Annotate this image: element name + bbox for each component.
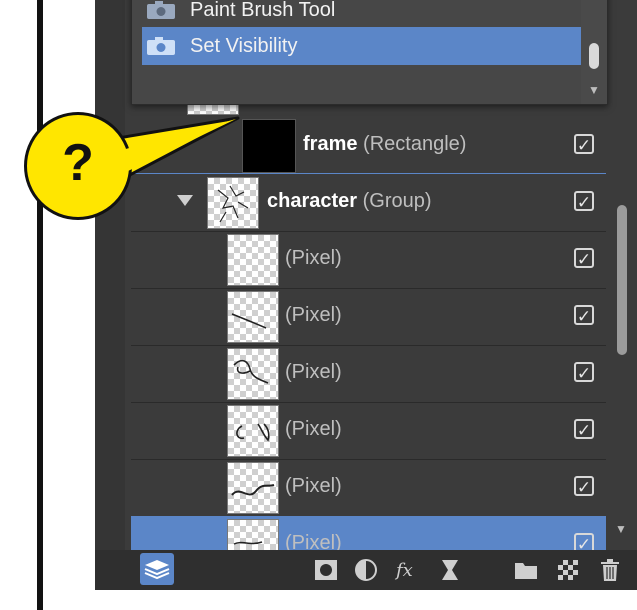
mask-icon[interactable]	[313, 558, 339, 582]
svg-text:fx: fx	[394, 560, 413, 581]
layer-type: (Group)	[362, 190, 432, 212]
layer-thumbnail-character	[207, 177, 259, 229]
layer-type: (Pixel)	[285, 475, 342, 497]
layer-type: (Pixel)	[285, 361, 342, 383]
folder-icon[interactable]	[513, 558, 539, 582]
fx-icon[interactable]: fx	[394, 558, 420, 582]
visibility-checkbox[interactable]: ✓	[574, 248, 594, 269]
visibility-checkbox[interactable]: ✓	[574, 305, 594, 326]
visibility-checkbox[interactable]: ✓	[574, 362, 594, 383]
layers-toolbar: fx	[95, 550, 637, 590]
layer-name: character	[267, 190, 358, 212]
layer-thumbnail-pixel	[227, 519, 279, 550]
camera-icon	[147, 37, 175, 55]
layer-row-pixel[interactable]: (Pixel) ✓	[131, 459, 606, 517]
layer-row-frame[interactable]: frame (Rectangle) ✓	[131, 117, 606, 174]
trash-icon[interactable]	[597, 558, 623, 582]
layer-name: frame	[303, 133, 358, 155]
layers-scrollbar[interactable]: ▼	[612, 200, 632, 550]
pixel-layer-icon[interactable]	[555, 558, 581, 582]
layer-label-frame: frame (Rectangle)	[303, 133, 466, 156]
layer-type: (Pixel)	[285, 247, 342, 269]
camera-icon	[147, 1, 175, 19]
visibility-checkbox[interactable]: ✓	[574, 476, 594, 497]
layers-panel-icon	[144, 560, 170, 580]
layer-type: (Pixel)	[285, 304, 342, 326]
layer-thumbnail-pixel	[227, 234, 279, 286]
expand-triangle-icon[interactable]	[177, 195, 193, 206]
layers-panel-button[interactable]	[140, 553, 174, 585]
layer-thumbnail-pixel	[227, 462, 279, 514]
history-item[interactable]: Paint Brush Tool	[142, 0, 597, 29]
history-item-label: Paint Brush Tool	[190, 0, 336, 21]
layer-thumbnail-pixel	[227, 405, 279, 457]
layer-thumbnail-pixel	[227, 291, 279, 343]
layer-row-pixel[interactable]: (Pixel) ✓	[131, 288, 606, 346]
layer-row-pixel-selected[interactable]: (Pixel) ✓	[131, 516, 606, 550]
scrollbar-thumb[interactable]	[617, 205, 627, 355]
layer-row-pixel[interactable]: (Pixel) ✓	[131, 231, 606, 289]
layer-row-pixel[interactable]: (Pixel) ✓	[131, 402, 606, 460]
layer-thumbnail-pixel	[227, 348, 279, 400]
history-item-selected[interactable]: Set Visibility	[142, 27, 597, 65]
history-dropdown: Paint Brush Tool Set Visibility ▼	[131, 0, 608, 105]
layer-type: (Rectangle)	[363, 133, 467, 155]
panel-gutter	[95, 0, 125, 590]
layer-thumbnail-frame	[242, 119, 296, 173]
scroll-down-arrow-icon[interactable]: ▼	[588, 83, 600, 97]
question-mark-icon: ?	[62, 134, 94, 192]
layer-type: (Pixel)	[285, 532, 342, 550]
canvas-frame-edge	[0, 0, 43, 610]
scrollbar-thumb[interactable]	[589, 43, 599, 69]
history-item-label: Set Visibility	[190, 34, 298, 57]
visibility-checkbox[interactable]: ✓	[574, 134, 594, 155]
layer-row-pixel[interactable]: (Pixel) ✓	[131, 345, 606, 403]
layer-type: (Pixel)	[285, 418, 342, 440]
help-callout: ?	[24, 112, 132, 220]
visibility-checkbox[interactable]: ✓	[574, 533, 594, 550]
live-filter-icon[interactable]	[437, 558, 463, 582]
adjustment-icon[interactable]	[353, 558, 379, 582]
visibility-checkbox[interactable]: ✓	[574, 191, 594, 212]
layer-row-character[interactable]: character (Group) ✓	[131, 174, 606, 232]
scroll-down-arrow-icon[interactable]: ▼	[615, 522, 627, 536]
layers-list: frame (Rectangle) ✓ character (Group) ✓ …	[131, 100, 606, 550]
history-scrollbar[interactable]: ▼	[581, 0, 607, 104]
visibility-checkbox[interactable]: ✓	[574, 419, 594, 440]
